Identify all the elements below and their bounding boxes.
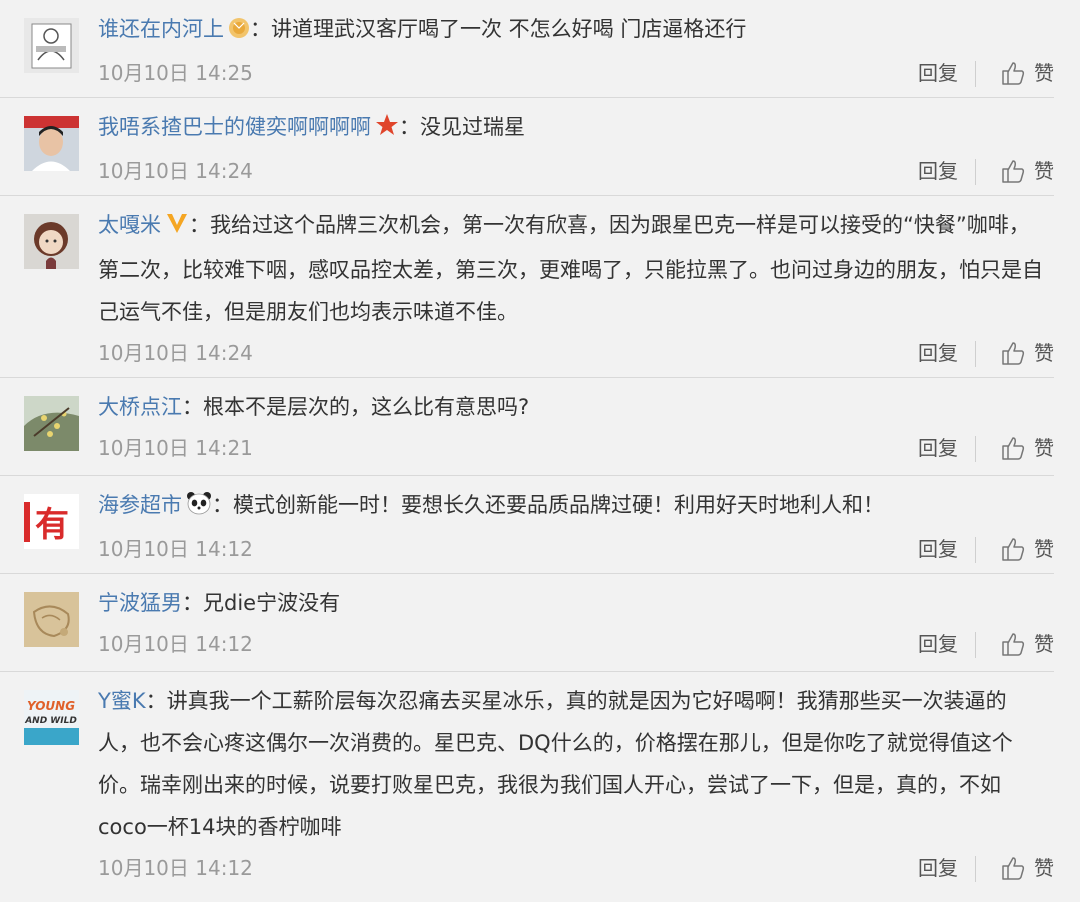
comment-body: 讲道理武汉客厅喝了一次 不怎么好喝 门店逼格还行 <box>271 17 747 41</box>
thumbs-up-icon <box>1002 62 1025 85</box>
like-button[interactable]: 赞 <box>1000 428 1054 468</box>
avatar-text: 有 <box>35 505 69 545</box>
avatar[interactable] <box>24 214 79 269</box>
comment-list: 谁还在内河上 ：讲道理武汉客厅喝了一次 不怎么好喝 门店逼格还行 10月10日 1… <box>0 0 1080 902</box>
timestamp: 10月10日 14:24 <box>98 159 253 183</box>
thumbs-up-icon <box>1002 342 1025 365</box>
comment-meta: 10月10日 14:21 回复 赞 <box>98 428 1054 472</box>
timestamp: 10月10日 14:21 <box>98 436 253 460</box>
username[interactable]: 我唔系揸巴士的健奕啊啊啊啊 <box>98 115 371 139</box>
comment-text: 谁还在内河上 ：讲道理武汉客厅喝了一次 不怎么好喝 门店逼格还行 <box>98 0 1054 53</box>
avatar-text: YOUNG <box>27 699 75 713</box>
verified-v-icon <box>165 207 189 249</box>
like-label: 赞 <box>1034 632 1054 656</box>
like-button[interactable]: 赞 <box>1000 529 1054 569</box>
star-icon <box>375 109 399 151</box>
bronze-medal-icon <box>228 11 250 53</box>
reply-button[interactable]: 回复 <box>918 529 958 569</box>
divider <box>975 341 976 367</box>
thumbs-up-icon <box>1002 437 1025 460</box>
like-label: 赞 <box>1034 341 1054 365</box>
comment-body: 模式创新能一时！要想长久还要品质品牌过硬！利用好天时地利人和！ <box>233 493 884 517</box>
comment-meta: 10月10日 14:12 回复 赞 <box>98 848 1054 892</box>
timestamp: 10月10日 14:12 <box>98 632 253 656</box>
like-label: 赞 <box>1034 856 1054 880</box>
avatar[interactable] <box>24 18 79 73</box>
comment-body: 兄die宁波没有 <box>203 591 341 615</box>
comment-meta: 10月10日 14:25 回复 赞 <box>98 53 1054 97</box>
divider <box>975 61 976 87</box>
comment-meta: 10月10日 14:12 回复 赞 <box>98 624 1054 668</box>
reply-button[interactable]: 回复 <box>918 624 958 664</box>
reply-button[interactable]: 回复 <box>918 53 958 93</box>
like-label: 赞 <box>1034 61 1054 85</box>
thumbs-up-icon <box>1002 538 1025 561</box>
username[interactable]: 太嘎米 <box>98 213 161 237</box>
comment-meta: 10月10日 14:24 回复 赞 <box>98 151 1054 195</box>
avatar[interactable] <box>24 592 79 647</box>
divider <box>975 632 976 658</box>
comment-meta: 10月10日 14:24 回复 赞 <box>98 333 1054 377</box>
comment-item: 太嘎米 ：我给过这个品牌三次机会，第一次有欣喜，因为跟星巴克一样是可以接受的“快餐… <box>0 196 1054 378</box>
avatar[interactable]: YOUNG AND WILD <box>24 690 79 745</box>
comment-text: 宁波猛男：兄die宁波没有 <box>98 591 341 615</box>
divider <box>975 856 976 882</box>
avatar[interactable] <box>24 116 79 171</box>
username[interactable]: 大桥点江 <box>98 395 182 419</box>
comment-text: Y蜜K：讲真我一个工薪阶层每次忍痛去买星冰乐，真的就是因为它好喝啊！我猜那些买一… <box>98 689 1013 839</box>
comment-meta: 10月10日 14:12 回复 赞 <box>98 529 1054 573</box>
divider <box>975 436 976 462</box>
username[interactable]: 谁还在内河上 <box>98 17 224 41</box>
like-label: 赞 <box>1034 537 1054 561</box>
comment-body: 没见过瑞星 <box>420 115 525 139</box>
comment-text: 我唔系揸巴士的健奕啊啊啊啊 ：没见过瑞星 <box>98 98 1054 151</box>
thumbs-up-icon <box>1002 633 1025 656</box>
username[interactable]: Y蜜K <box>98 689 146 713</box>
comment-item: 有 海参超市 ：模式创新能一时！要想长久还要品质品牌过硬！利用好天时地利人和！ 1… <box>0 476 1054 574</box>
username[interactable]: 海参超市 <box>98 493 182 517</box>
like-label: 赞 <box>1034 436 1054 460</box>
avatar[interactable]: 有 <box>24 494 79 549</box>
comment-text: 大桥点江：根本不是层次的，这么比有意思吗? <box>98 395 530 419</box>
comment-item: YOUNG AND WILD Y蜜K：讲真我一个工薪阶层每次忍痛去买星冰乐，真的… <box>0 672 1054 902</box>
timestamp: 10月10日 14:25 <box>98 61 253 85</box>
like-label: 赞 <box>1034 159 1054 183</box>
comment-body: 根本不是层次的，这么比有意思吗? <box>203 395 530 419</box>
reply-button[interactable]: 回复 <box>918 848 958 888</box>
comment-text: 太嘎米 ：我给过这个品牌三次机会，第一次有欣喜，因为跟星巴克一样是可以接受的“快餐… <box>98 196 1054 333</box>
comment-item: 大桥点江：根本不是层次的，这么比有意思吗? 10月10日 14:21 回复 赞 <box>0 378 1054 476</box>
like-button[interactable]: 赞 <box>1000 624 1054 664</box>
like-button[interactable]: 赞 <box>1000 848 1054 888</box>
reply-button[interactable]: 回复 <box>918 428 958 468</box>
timestamp: 10月10日 14:12 <box>98 856 253 880</box>
divider <box>975 537 976 563</box>
comment-text: 海参超市 ：模式创新能一时！要想长久还要品质品牌过硬！利用好天时地利人和！ <box>98 476 1054 529</box>
like-button[interactable]: 赞 <box>1000 53 1054 93</box>
comment-item: 我唔系揸巴士的健奕啊啊啊啊 ：没见过瑞星 10月10日 14:24 回复 赞 <box>0 98 1054 196</box>
comment-body: 讲真我一个工薪阶层每次忍痛去买星冰乐，真的就是因为它好喝啊！我猜那些买一次装逼的… <box>98 689 1013 839</box>
comment-item: 宁波猛男：兄die宁波没有 10月10日 14:12 回复 赞 <box>0 574 1054 672</box>
reply-button[interactable]: 回复 <box>918 333 958 373</box>
panda-icon <box>186 487 212 529</box>
thumbs-up-icon <box>1002 160 1025 183</box>
like-button[interactable]: 赞 <box>1000 333 1054 373</box>
divider <box>975 159 976 185</box>
timestamp: 10月10日 14:12 <box>98 537 253 561</box>
like-button[interactable]: 赞 <box>1000 151 1054 191</box>
reply-button[interactable]: 回复 <box>918 151 958 191</box>
avatar[interactable] <box>24 396 79 451</box>
comment-body: 我给过这个品牌三次机会，第一次有欣喜，因为跟星巴克一样是可以接受的“快餐”咖啡，… <box>98 213 1043 324</box>
username[interactable]: 宁波猛男 <box>98 591 182 615</box>
avatar-text: AND WILD <box>24 716 77 726</box>
comment-item: 谁还在内河上 ：讲道理武汉客厅喝了一次 不怎么好喝 门店逼格还行 10月10日 1… <box>0 0 1054 98</box>
timestamp: 10月10日 14:24 <box>98 341 253 365</box>
